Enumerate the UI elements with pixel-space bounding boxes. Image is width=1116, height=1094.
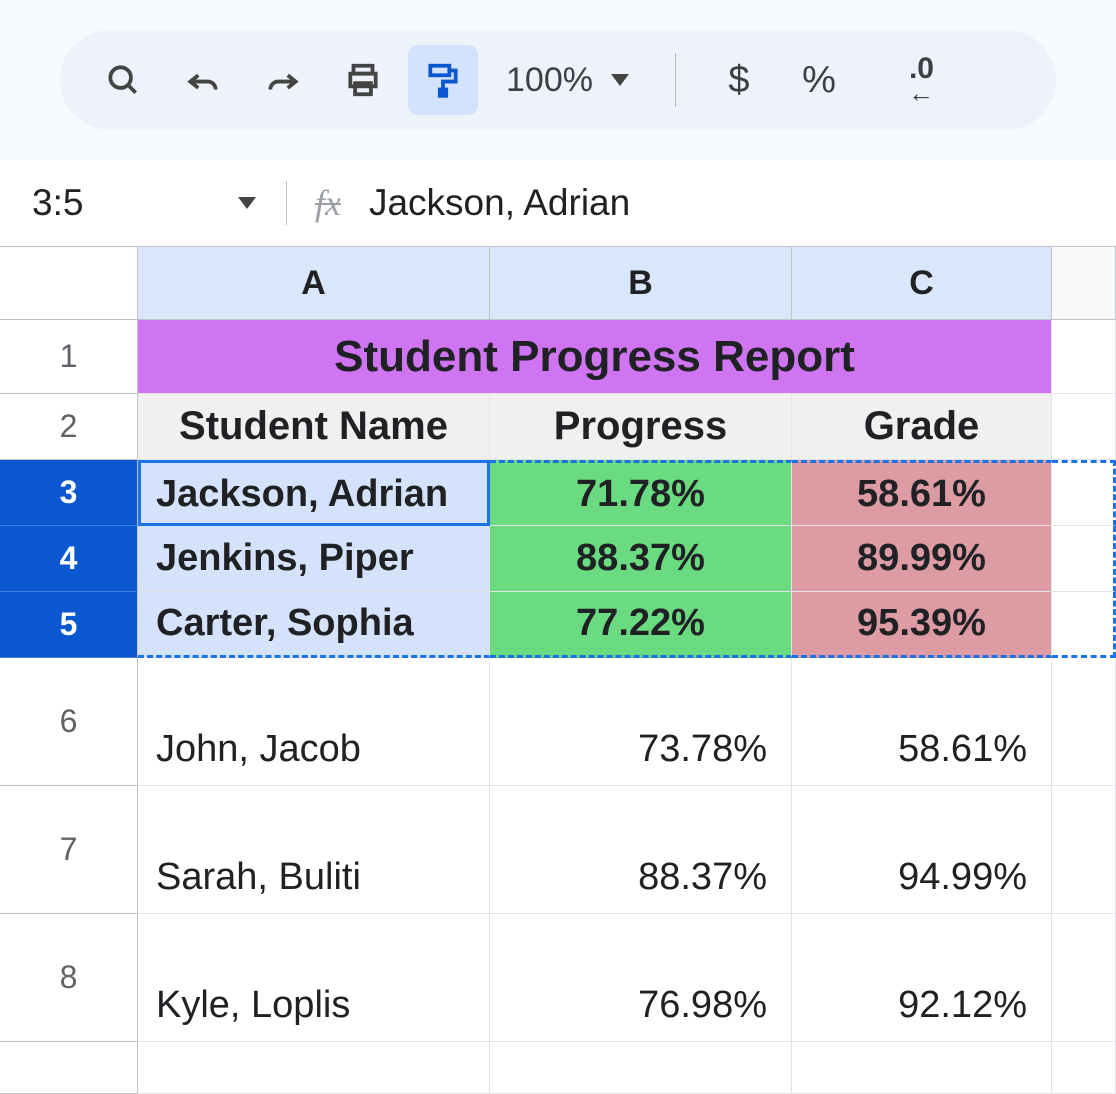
cell-a5[interactable]: Carter, Sophia <box>138 592 490 658</box>
cell-a6[interactable]: John, Jacob <box>138 658 490 786</box>
row-header-2[interactable]: 2 <box>0 394 138 460</box>
select-all-corner[interactable] <box>0 246 138 320</box>
cell-c7[interactable]: 94.99% <box>792 786 1052 914</box>
row-header-6[interactable]: 6 <box>0 658 138 786</box>
zoom-value: 100% <box>506 61 593 100</box>
cell-a7[interactable]: Sarah, Buliti <box>138 786 490 914</box>
print-button[interactable] <box>328 45 398 115</box>
fx-icon: fx <box>315 182 341 224</box>
spreadsheet-grid[interactable]: A B C 1 Student Progress Report 2 Studen… <box>0 246 1116 1094</box>
cell-extra[interactable] <box>1052 394 1116 460</box>
cell-b3[interactable]: 71.78% <box>490 460 792 526</box>
percent-button[interactable]: % <box>784 45 854 115</box>
title-cell[interactable]: Student Progress Report <box>138 320 1052 394</box>
currency-button[interactable]: $ <box>704 45 774 115</box>
cell-c6[interactable]: 58.61% <box>792 658 1052 786</box>
cell-a3[interactable]: Jackson, Adrian <box>138 460 490 526</box>
cell-b7[interactable]: 88.37% <box>490 786 792 914</box>
redo-button[interactable] <box>248 45 318 115</box>
formula-input[interactable] <box>369 182 1116 224</box>
row-header-1[interactable]: 1 <box>0 320 138 394</box>
row-header-7[interactable]: 7 <box>0 786 138 914</box>
cell-c8[interactable]: 92.12% <box>792 914 1052 1042</box>
chevron-down-icon <box>238 197 256 209</box>
column-header-b[interactable]: B <box>490 246 792 320</box>
header-progress[interactable]: Progress <box>490 394 792 460</box>
column-header-a[interactable]: A <box>138 246 490 320</box>
cell-b5[interactable]: 77.22% <box>490 592 792 658</box>
cell-b4[interactable]: 88.37% <box>490 526 792 592</box>
cell-extra[interactable] <box>1052 914 1116 1042</box>
row-header-9[interactable] <box>0 1042 138 1094</box>
row-header-3[interactable]: 3 <box>0 460 138 526</box>
toolbar-container: 100% $ % .0 ← <box>0 0 1116 160</box>
column-header-extra[interactable] <box>1052 246 1116 320</box>
paint-format-icon <box>424 61 462 99</box>
cell-extra[interactable] <box>1052 1042 1116 1094</box>
cell-b6[interactable]: 73.78% <box>490 658 792 786</box>
cell-a9[interactable] <box>138 1042 490 1094</box>
search-icon <box>104 61 142 99</box>
print-icon <box>344 61 382 99</box>
cell-extra[interactable] <box>1052 320 1116 394</box>
cell-c9[interactable] <box>792 1042 1052 1094</box>
search-button[interactable] <box>88 45 158 115</box>
cell-extra[interactable] <box>1052 786 1116 914</box>
cell-a8[interactable]: Kyle, Loplis <box>138 914 490 1042</box>
row-header-4[interactable]: 4 <box>0 526 138 592</box>
toolbar: 100% $ % .0 ← <box>60 30 1056 130</box>
cell-b9[interactable] <box>490 1042 792 1094</box>
name-box[interactable]: 3:5 <box>32 182 286 224</box>
row-header-8[interactable]: 8 <box>0 914 138 1042</box>
redo-icon <box>264 61 302 99</box>
cell-extra[interactable] <box>1052 658 1116 786</box>
cell-a4[interactable]: Jenkins, Piper <box>138 526 490 592</box>
cell-extra[interactable] <box>1052 460 1116 526</box>
cell-c5[interactable]: 95.39% <box>792 592 1052 658</box>
column-header-c[interactable]: C <box>792 246 1052 320</box>
name-box-value: 3:5 <box>32 182 83 224</box>
cell-extra[interactable] <box>1052 526 1116 592</box>
separator <box>286 181 287 225</box>
decrease-decimal-button[interactable]: .0 ← <box>864 45 934 115</box>
undo-icon <box>184 61 222 99</box>
separator <box>675 53 676 107</box>
undo-button[interactable] <box>168 45 238 115</box>
row-header-5[interactable]: 5 <box>0 592 138 658</box>
cell-c3[interactable]: 58.61% <box>792 460 1052 526</box>
cell-b8[interactable]: 76.98% <box>490 914 792 1042</box>
cell-extra[interactable] <box>1052 592 1116 658</box>
paint-format-button[interactable] <box>408 45 478 115</box>
formula-bar: 3:5 fx <box>0 160 1116 246</box>
arrow-left-icon: ← <box>908 80 934 106</box>
header-student-name[interactable]: Student Name <box>138 394 490 460</box>
zoom-dropdown[interactable]: 100% <box>506 61 629 100</box>
cell-c4[interactable]: 89.99% <box>792 526 1052 592</box>
header-grade[interactable]: Grade <box>792 394 1052 460</box>
chevron-down-icon <box>611 74 629 86</box>
